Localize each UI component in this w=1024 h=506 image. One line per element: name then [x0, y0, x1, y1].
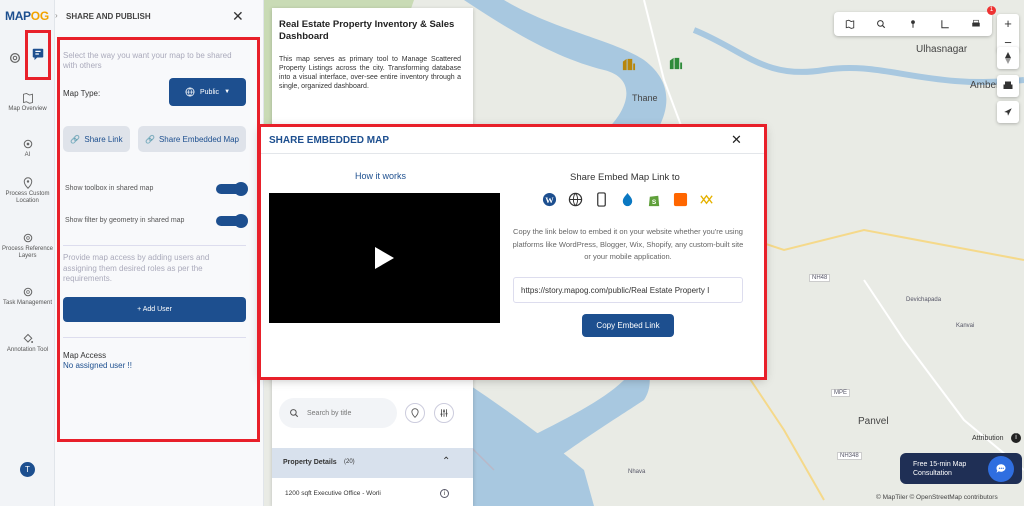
- info-icon[interactable]: i: [1011, 433, 1021, 443]
- collapse-chevron-icon[interactable]: ›: [55, 11, 58, 20]
- rail-item-annotation-tool[interactable]: Annotation Tool: [0, 333, 55, 354]
- location-filter-icon[interactable]: [405, 403, 425, 423]
- rail-item-task-management[interactable]: Task Management: [0, 286, 55, 307]
- rail-item-ai[interactable]: AI: [0, 138, 55, 159]
- avatar[interactable]: T: [20, 462, 35, 477]
- map-label-nh48: NH48: [809, 274, 831, 282]
- highlight-box-share-icon: [25, 30, 51, 80]
- close-icon[interactable]: ✕: [232, 8, 244, 25]
- zoom-in-icon[interactable]: +: [1004, 16, 1012, 31]
- map-label-mpe: MPE: [831, 389, 851, 397]
- rail-item-process-custom-location[interactable]: Process Custom Location: [0, 177, 55, 205]
- notification-badge: 1: [987, 6, 996, 15]
- highlight-box-share-panel: [57, 37, 260, 442]
- chat-icon: [988, 456, 1014, 482]
- paint-bucket-icon: [23, 333, 33, 343]
- map-label-devichapada: Devichapada: [906, 297, 942, 303]
- map-label-amber: Amber: [970, 80, 1000, 91]
- chevron-up-icon: ⌃: [442, 456, 451, 467]
- map-footer-credits: © MapTiler © OpenStreetMap contributors: [876, 494, 998, 501]
- map-icon: [22, 93, 33, 104]
- info-icon[interactable]: i: [440, 489, 449, 498]
- compass-icon[interactable]: [997, 47, 1019, 69]
- map-toolbar: [834, 12, 992, 36]
- map-label-thane: Thane: [632, 93, 658, 103]
- measure-icon[interactable]: [940, 19, 950, 29]
- navigate-arrow-icon[interactable]: [997, 101, 1019, 123]
- map-label-nh348: NH348: [837, 452, 862, 460]
- story-title: Real Estate Property Inventory & Sales D…: [279, 19, 455, 42]
- property-details-header[interactable]: Property Details (20) ⌃: [272, 448, 473, 478]
- search-icon[interactable]: [876, 19, 886, 29]
- rail-item-process-reference-layers[interactable]: Process Reference Layers: [0, 232, 55, 260]
- filter-sliders-icon[interactable]: [434, 403, 454, 423]
- location-pin-icon: [23, 177, 32, 189]
- highlight-box-modal: [258, 124, 767, 380]
- print-map-icon[interactable]: [997, 75, 1019, 97]
- rail-item-map-overview[interactable]: Map Overview: [0, 92, 55, 113]
- story-search-input[interactable]: Search by title: [279, 398, 397, 428]
- story-description: This map serves as primary tool to Manag…: [279, 56, 461, 90]
- consultation-button[interactable]: Free 15-min Map Consultation: [900, 453, 1022, 484]
- mapog-logo[interactable]: MAPOG: [5, 9, 49, 23]
- map-label-kanvai: Kanvai: [956, 323, 975, 329]
- print-icon[interactable]: [971, 19, 981, 29]
- building-marker-icon[interactable]: [621, 56, 636, 71]
- building-marker-icon[interactable]: [668, 55, 683, 70]
- ai-gear-icon: [23, 139, 32, 149]
- locate-pin-icon[interactable]: [908, 19, 918, 29]
- map-label-nhava: Nhava: [628, 469, 646, 475]
- attribution-label[interactable]: Attribution: [972, 435, 1004, 442]
- settings-icon[interactable]: [8, 51, 22, 65]
- panel-title: SHARE AND PUBLISH: [66, 12, 151, 21]
- list-item[interactable]: 1200 sqft Executive Office - Worli: [285, 490, 381, 497]
- basemap-icon[interactable]: [845, 19, 855, 29]
- task-gear-icon: [23, 287, 32, 297]
- map-label-ulhasnagar: Ulhasnagar: [916, 44, 968, 55]
- search-icon: [290, 409, 299, 418]
- map-label-panvel: Panvel: [858, 416, 889, 427]
- layers-gear-icon: [23, 233, 32, 243]
